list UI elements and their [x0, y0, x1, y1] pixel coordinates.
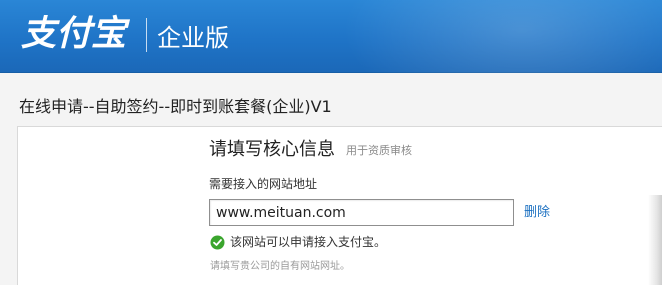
logo-divider [146, 18, 147, 52]
validation-status: 该网站可以申请接入支付宝。 [210, 234, 386, 250]
hint-text: 请填写贵公司的自有网站网址。 [210, 261, 350, 272]
product-label: 企业版 [157, 24, 229, 52]
page-title: 在线申请--自助签约--即时到账套餐(企业)V1 [19, 97, 332, 116]
delete-link[interactable]: 删除 [524, 205, 550, 221]
edge-shadow [648, 195, 662, 285]
section-title: 请填写核心信息 [209, 139, 335, 160]
section-subtitle: 用于资质审核 [346, 144, 412, 157]
page: 支付宝 企业版 在线申请--自助签约--即时到账套餐(企业)V1 请填写核心信息… [0, 0, 662, 285]
alipay-logo[interactable]: 支付宝 [21, 12, 126, 56]
status-text: 该网站可以申请接入支付宝。 [230, 235, 387, 249]
website-url-label: 需要接入的网站地址 [209, 177, 318, 191]
top-header: 支付宝 企业版 [0, 0, 662, 120]
check-circle-icon [210, 235, 225, 250]
website-url-input[interactable] [209, 199, 514, 226]
